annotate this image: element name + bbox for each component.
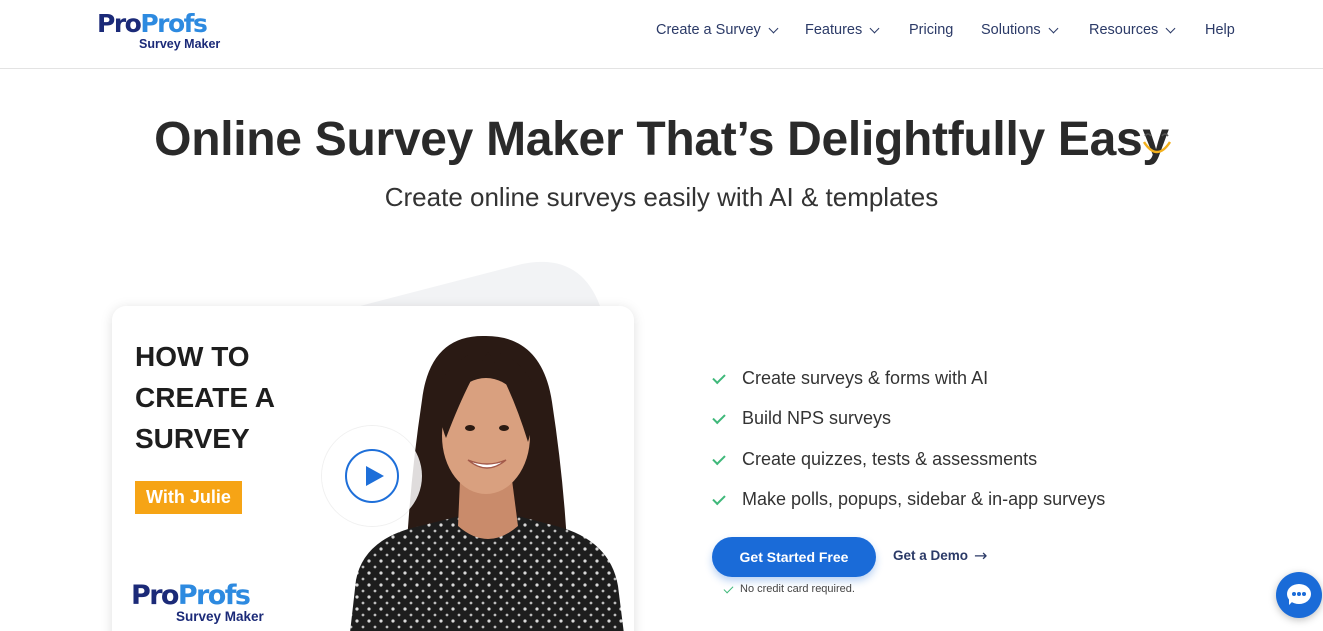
presenter-badge: With Julie (135, 481, 242, 514)
nav-pricing[interactable]: Pricing (909, 22, 953, 38)
nav-features[interactable]: Features (805, 22, 880, 38)
feature-item: Build NPS surveys (710, 399, 1190, 440)
play-video-button[interactable] (322, 426, 422, 526)
smiley-icon (1142, 133, 1172, 154)
get-started-free-button[interactable]: Get Started Free (712, 537, 876, 577)
check-icon (712, 370, 726, 384)
chat-dot (1292, 592, 1296, 596)
main-nav: Create a Survey Features Pricing Solutio… (0, 22, 1323, 42)
arrow-right-icon: → (974, 546, 988, 565)
check-icon (712, 492, 726, 506)
chat-dot (1297, 592, 1301, 596)
nav-resources[interactable]: Resources (1089, 22, 1176, 38)
check-icon (712, 451, 726, 465)
feature-text: Make polls, popups, sidebar & in-app sur… (742, 489, 1106, 510)
nav-create-a-survey[interactable]: Create a Survey (656, 22, 779, 38)
feature-text: Create surveys & forms with AI (742, 367, 989, 388)
nav-label: Help (1205, 22, 1235, 38)
chevron-down-icon (869, 23, 880, 33)
play-icon (366, 466, 384, 486)
feature-item: Create quizzes, tests & assessments (710, 439, 1190, 480)
nav-label: Solutions (981, 22, 1041, 38)
no-credit-card-note: No credit card required. (723, 583, 855, 595)
chevron-down-icon (768, 23, 779, 33)
video-title: HOW TO CREATE A SURVEY (135, 341, 274, 454)
note-text: No credit card required. (740, 583, 855, 595)
check-icon (712, 411, 726, 425)
hero-title: Online Survey Maker That’s Delightfully … (154, 113, 1169, 166)
nav-label: Create a Survey (656, 22, 761, 38)
card-logo-subtitle: Survey Maker (176, 609, 264, 624)
chevron-down-icon (1048, 23, 1059, 33)
hero-subtitle: Create online surveys easily with AI & t… (384, 182, 939, 212)
feature-text: Create quizzes, tests & assessments (742, 448, 1038, 469)
check-icon (723, 583, 734, 593)
feature-item: Create surveys & forms with AI (710, 358, 1190, 399)
card-logo-wordmark: ProProfs (131, 580, 251, 611)
top-navigation-bar: ProProfs Survey Maker Create a Survey Fe… (0, 0, 1323, 69)
demo-label: Get a Demo (893, 548, 969, 563)
chat-dot (1302, 592, 1306, 596)
nav-label: Pricing (909, 22, 954, 38)
chevron-down-icon (1165, 23, 1176, 33)
card-proprofs-logo: ProProfs Survey Maker (131, 581, 271, 625)
nav-label: Resources (1089, 22, 1159, 38)
nav-help[interactable]: Help (1205, 22, 1235, 38)
hero-heading-wrap: Online Survey Maker That’s Delightfully … (0, 112, 1323, 167)
get-a-demo-link[interactable]: Get a Demo → (893, 546, 987, 565)
chat-widget-button[interactable] (1276, 572, 1322, 618)
feature-item: Make polls, popups, sidebar & in-app sur… (710, 480, 1190, 521)
chat-bubble-tail (1289, 599, 1295, 605)
nav-solutions[interactable]: Solutions (981, 22, 1059, 38)
tutorial-video-card[interactable]: HOW TO CREATE A SURVEY With Julie ProPro… (112, 306, 634, 631)
nav-label: Features (805, 22, 863, 38)
feature-text: Build NPS surveys (742, 408, 892, 429)
feature-list: Create surveys & forms with AI Build NPS… (710, 358, 1190, 520)
